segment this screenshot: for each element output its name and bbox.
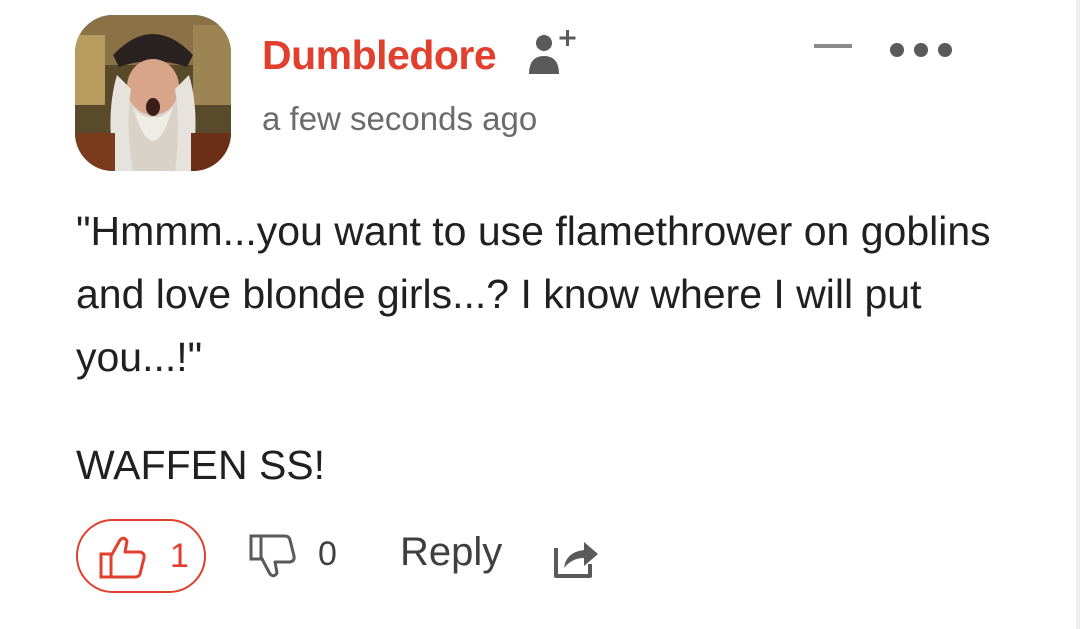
like-button[interactable]: 1: [76, 519, 206, 593]
dislike-count: 0: [318, 535, 337, 573]
minus-icon[interactable]: [812, 36, 854, 56]
like-count: 1: [170, 537, 189, 575]
comment-paragraph: WAFFEN SS!: [76, 442, 326, 488]
add-user-icon[interactable]: [526, 28, 582, 78]
ellipsis-icon[interactable]: [888, 38, 954, 62]
comment-timestamp: a few seconds ago: [262, 100, 538, 137]
reply-button[interactable]: Reply: [400, 530, 502, 575]
username[interactable]: Dumbledore: [262, 32, 497, 79]
page-edge: [1076, 0, 1080, 629]
avatar-image: [75, 15, 231, 171]
comment-paragraph: "Hmmm...you want to use flamethrower on …: [76, 208, 991, 380]
avatar[interactable]: [75, 15, 231, 171]
share-icon[interactable]: [550, 534, 602, 582]
thumbs-up-icon: [99, 536, 146, 579]
thumbs-down-icon[interactable]: [248, 532, 298, 582]
comment-body: "Hmmm...you want to use flamethrower on …: [76, 200, 1036, 497]
